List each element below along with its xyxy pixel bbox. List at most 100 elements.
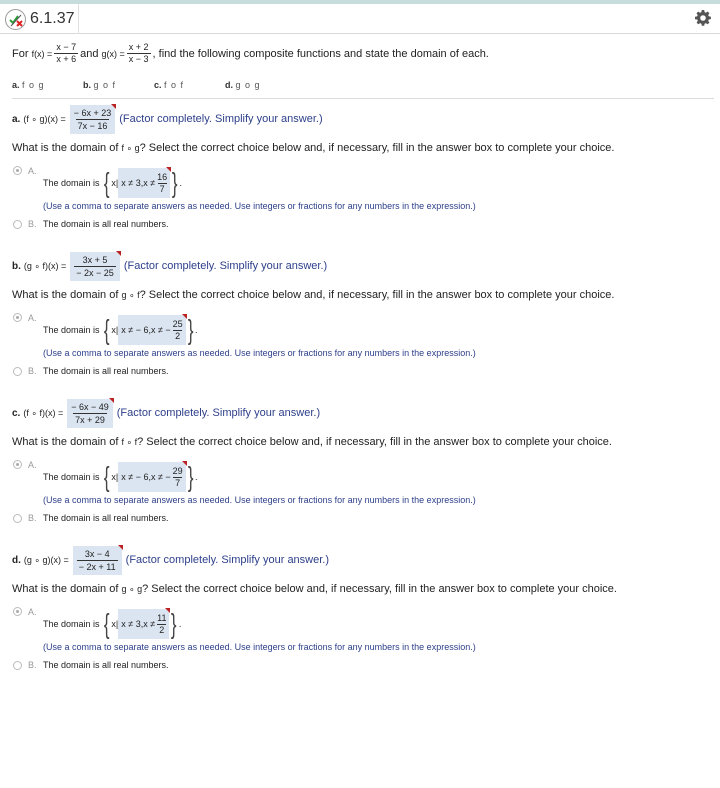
composite-answer-box[interactable]: − 6x + 23 7x − 16 xyxy=(69,103,117,134)
choice-b[interactable]: B. The domain is all real numbers. xyxy=(12,365,712,379)
question-text: ? Select the correct choice below and, i… xyxy=(142,583,617,595)
partial-correct-icon xyxy=(5,8,26,30)
left-brace: { xyxy=(103,314,110,345)
choice-a-radio[interactable] xyxy=(13,313,22,322)
flag-corner-icon xyxy=(181,314,187,319)
choice-a-radio[interactable] xyxy=(13,607,22,616)
problem-text: For xyxy=(12,47,29,60)
flag-corner-icon xyxy=(117,544,123,550)
left-brace: { xyxy=(103,167,110,198)
domain-answer-box[interactable]: x ≠ − 6,x ≠ − 25 2 xyxy=(118,314,187,345)
domain-fraction-denominator: 7 xyxy=(173,476,183,488)
choice-b-text: The domain is all real numbers. xyxy=(43,219,169,229)
domain-answer-box[interactable]: x ≠ − 6,x ≠ − 29 7 xyxy=(118,461,187,492)
part-letter: d. xyxy=(225,80,233,90)
g-denominator: x − 3 xyxy=(126,53,151,64)
parts-list-item: b. g o f xyxy=(83,80,154,90)
choice-a-label: A. xyxy=(28,166,37,176)
choice-a[interactable]: A. The domain is { x| x ≠ 3,x ≠ 16 7 } .… xyxy=(12,166,712,218)
answer-hint: (Factor completely. Simplify your answer… xyxy=(123,260,328,272)
flag-corner-icon xyxy=(166,167,172,172)
domain-prefix: The domain is xyxy=(43,472,100,482)
parts-list-item: a. f o g xyxy=(12,80,83,90)
choice-b-text: The domain is all real numbers. xyxy=(43,513,169,523)
header: 6.1.37 xyxy=(0,4,720,34)
g-fraction: x + 2 x − 3 xyxy=(126,42,151,65)
domain-fraction-denominator: 2 xyxy=(173,329,183,341)
choice-b-radio[interactable] xyxy=(13,367,22,376)
composite-expression: (f ∘ f)(x) = xyxy=(23,407,64,418)
domain-hint: (Use a comma to separate answers as need… xyxy=(43,348,476,358)
domain-answer-box[interactable]: x ≠ 3,x ≠ 11 2 xyxy=(118,608,171,639)
choice-a[interactable]: A. The domain is { x| x ≠ − 6,x ≠ − 29 7… xyxy=(12,460,712,512)
choice-a-radio[interactable] xyxy=(13,460,22,469)
domain-fraction-numerator: 11 xyxy=(157,612,167,623)
domain-answer-row: The domain is { x| x ≠ − 6,x ≠ − 29 7 } … xyxy=(43,460,198,494)
problem-statement: For f(x) = x − 7 x + 6 and g(x) = x + 2 … xyxy=(12,42,489,65)
set-variable: x| xyxy=(111,472,119,482)
choice-a[interactable]: A. The domain is { x| x ≠ − 6,x ≠ − 25 2… xyxy=(12,313,712,365)
flag-corner-icon xyxy=(108,397,114,403)
domain-fraction-numerator: 16 xyxy=(157,171,168,182)
part-letter: b. xyxy=(83,80,91,90)
choice-b-radio[interactable] xyxy=(13,661,22,670)
answer-denominator: − 2x − 25 xyxy=(74,265,116,278)
part-label: g o f xyxy=(93,80,117,90)
domain-fraction: 16 7 xyxy=(157,172,167,195)
choice-b-radio[interactable] xyxy=(13,514,22,523)
domain-answer-row: The domain is { x| x ≠ 3,x ≠ 16 7 } . xyxy=(43,166,182,200)
composite-expression: (g ∘ g)(x) = xyxy=(23,554,69,565)
part-letter: a. xyxy=(12,113,21,125)
choice-b[interactable]: B. The domain is all real numbers. xyxy=(12,659,712,673)
right-brace: } xyxy=(187,461,194,492)
choice-b-label: B. xyxy=(28,366,37,376)
choice-a[interactable]: A. The domain is { x| x ≠ 3,x ≠ 11 2 } .… xyxy=(12,607,712,659)
problem-text: and xyxy=(80,47,99,60)
flag-corner-icon xyxy=(181,461,187,466)
composite-answer-box[interactable]: 3x − 4 − 2x + 11 xyxy=(72,544,123,575)
parts-list-item: c. f o f xyxy=(154,80,225,90)
choice-b-label: B. xyxy=(28,660,37,670)
answer-numerator: 3x − 4 xyxy=(84,548,110,559)
left-brace: { xyxy=(103,461,110,492)
problem-text: , find the following composite functions… xyxy=(152,47,489,60)
choice-b[interactable]: B. The domain is all real numbers. xyxy=(12,218,712,232)
domain-prefix: The domain is xyxy=(43,619,100,629)
right-brace: } xyxy=(172,167,178,198)
composite-answer-line: c. (f ∘ f)(x) = − 6x − 49 7x + 29 (Facto… xyxy=(12,397,712,428)
answer-denominator: 7x − 16 xyxy=(75,118,110,131)
period: . xyxy=(178,619,182,629)
choice-b[interactable]: B. The domain is all real numbers. xyxy=(12,512,712,526)
domain-question: What is the domain of g ∘ g? Select the … xyxy=(12,583,712,595)
composite-answer-box[interactable]: − 6x − 49 7x + 29 xyxy=(67,397,114,428)
set-variable: x| xyxy=(111,178,119,188)
left-brace: { xyxy=(103,608,110,639)
answer-numerator: − 6x − 49 xyxy=(71,401,109,412)
set-variable: x| xyxy=(111,325,119,335)
domain-fraction: 29 7 xyxy=(173,466,183,489)
answer-denominator: − 2x + 11 xyxy=(76,559,118,572)
part-letter: d. xyxy=(12,554,21,566)
part-section: a. (f ∘ g)(x) = − 6x + 23 7x − 16 (Facto… xyxy=(12,103,712,232)
f-numerator: x − 7 xyxy=(56,42,77,52)
choice-a-radio[interactable] xyxy=(13,166,22,175)
answer-hint: (Factor completely. Simplify your answer… xyxy=(116,407,321,419)
choice-b-radio[interactable] xyxy=(13,220,22,229)
question-text: What is the domain of xyxy=(12,436,119,448)
gear-icon[interactable] xyxy=(695,10,711,26)
parts-list: a. f o g b. g o f c. f o f d. g o g xyxy=(12,80,261,90)
domain-question: What is the domain of g ∘ f? Select the … xyxy=(12,289,712,301)
answer-denominator: 7x + 29 xyxy=(73,412,107,425)
composite-answer-box[interactable]: 3x + 5 − 2x − 25 xyxy=(70,250,121,281)
part-letter: b. xyxy=(12,260,21,272)
domain-answer-box[interactable]: x ≠ 3,x ≠ 16 7 xyxy=(118,167,172,198)
domain-hint: (Use a comma to separate answers as need… xyxy=(43,201,476,211)
domain-answer-row: The domain is { x| x ≠ 3,x ≠ 11 2 } . xyxy=(43,607,181,641)
part-label: f o f xyxy=(164,80,185,90)
part-letter: c. xyxy=(154,80,162,90)
question-function: f ∘ f xyxy=(121,437,138,447)
question-text: ? Select the correct choice below and, i… xyxy=(139,289,615,301)
f-denominator: x + 6 xyxy=(54,53,79,64)
flag-corner-icon xyxy=(115,250,121,256)
question-function: f ∘ g xyxy=(121,143,140,153)
